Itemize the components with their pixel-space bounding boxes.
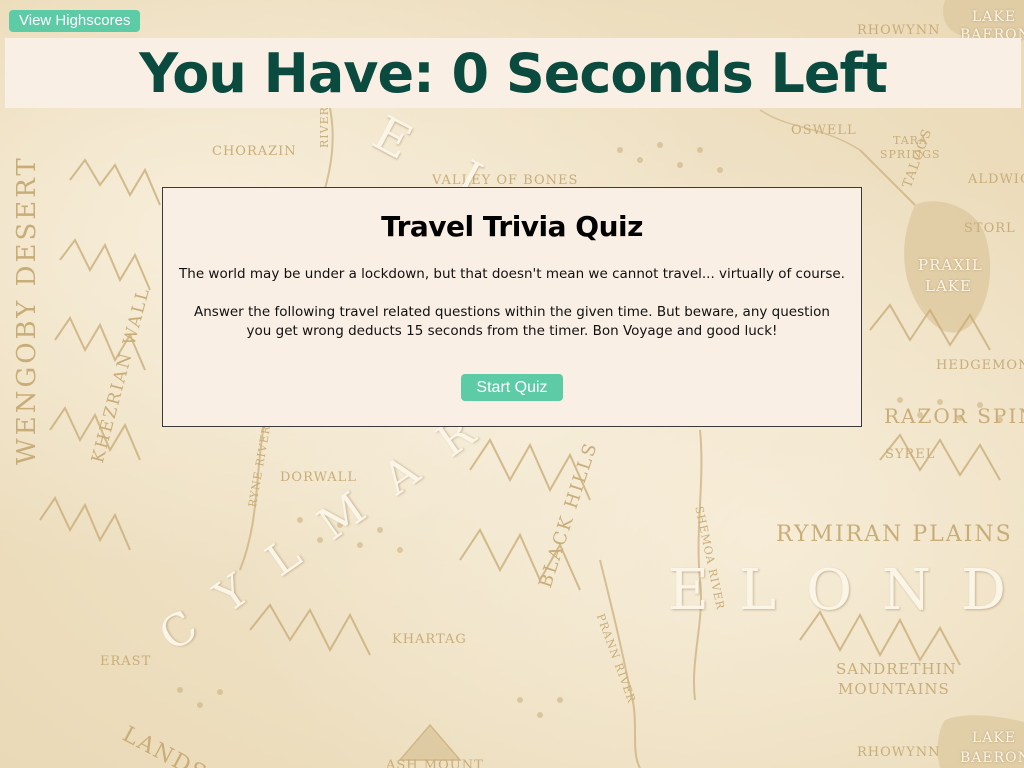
quiz-instructions-text: Answer the following travel related ques… — [194, 304, 830, 339]
map-label-rhowynn-bottom: Rhowynn — [857, 745, 941, 760]
map-label-ash-mount: Ash Mount — [386, 758, 484, 768]
map-label-wengoby-desert: Wengoby Desert — [12, 155, 42, 465]
quiz-card: Travel Trivia Quiz The world may be unde… — [162, 187, 862, 427]
timer-banner: You Have: 0 Seconds Left — [5, 38, 1021, 108]
map-label-syrel: Syrel — [885, 447, 936, 462]
map-label-khartag: Khartag — [392, 632, 467, 647]
map-label-chorazin: Chorazin — [212, 144, 297, 159]
map-label-sandrethin: Sandrethin — [836, 660, 957, 678]
map-label-mountains: Mountains — [838, 680, 950, 698]
map-label-oswell: Oswell — [791, 123, 857, 138]
view-highscores-button[interactable]: View Highscores — [9, 10, 141, 32]
map-label-aldwic: Aldwic — [968, 172, 1024, 187]
map-label-storl: Storl — [964, 221, 1016, 236]
map-label-rymiran-plains: Rymiran Plains — [776, 522, 1013, 547]
map-label-rhowynn-top: Rhowynn — [857, 23, 941, 38]
map-label-hedgemont: Hedgemont — [936, 358, 1024, 373]
quiz-intro-text: The world may be under a lockdown, but t… — [179, 266, 845, 282]
map-label-river-top: River — [318, 106, 331, 148]
quiz-title: Travel Trivia Quiz — [381, 210, 643, 243]
timer-text: You Have: 0 Seconds Left — [139, 41, 888, 105]
map-label-praxil-lake: Lake — [925, 277, 972, 295]
map-label-razor-spine: Razor Spin — [884, 404, 1024, 428]
map-label-lake-top: Lake — [972, 9, 1017, 25]
start-quiz-button[interactable]: Start Quiz — [461, 374, 563, 401]
map-label-praxil: Praxil — [918, 256, 983, 274]
map-label-elonde: Elonde — [668, 558, 1024, 623]
map-label-erast: Erast — [100, 654, 152, 669]
map-label-baeron-bottom: Baeron — [960, 750, 1024, 766]
map-label-lake-bottom: Lake — [972, 730, 1017, 746]
